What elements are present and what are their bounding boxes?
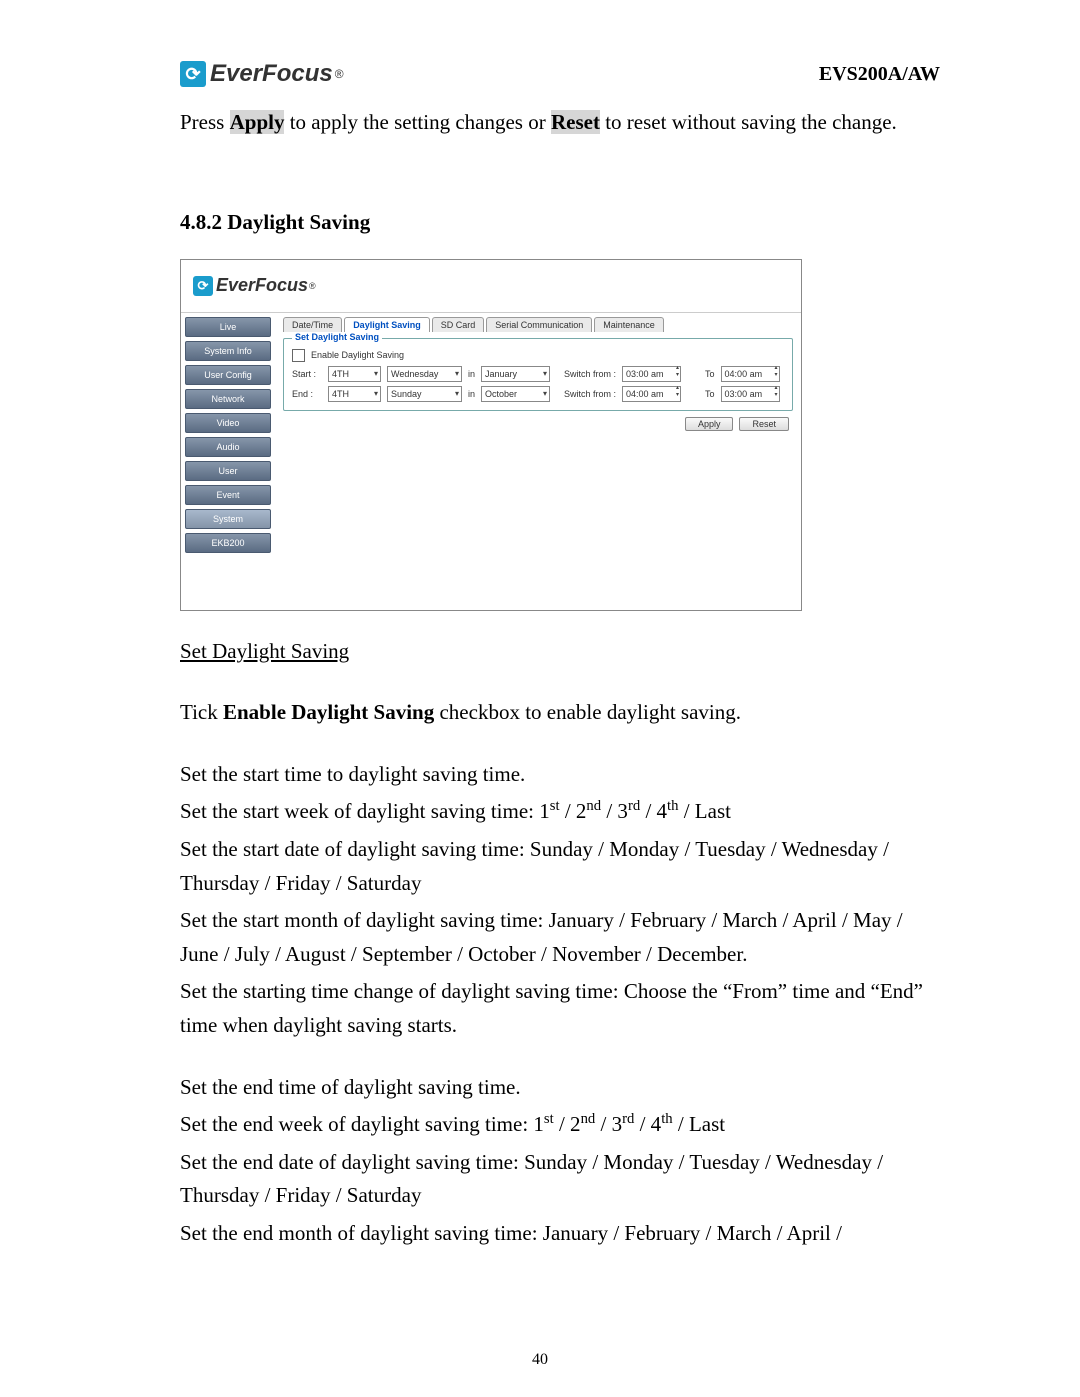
reset-button[interactable]: Reset xyxy=(739,417,789,431)
end-label: End : xyxy=(292,389,322,399)
tab-sd-card[interactable]: SD Card xyxy=(432,317,485,332)
apply-button[interactable]: Apply xyxy=(685,417,734,431)
enable-ds-bold: Enable Daylight Saving xyxy=(223,700,434,724)
end-time-line: Set the end time of daylight saving time… xyxy=(180,1071,940,1105)
start-to-label: To xyxy=(705,369,715,379)
start-to-time[interactable]: 04:00 am xyxy=(721,366,780,382)
reset-keyword: Reset xyxy=(551,110,600,134)
start-date-line: Set the start date of daylight saving ti… xyxy=(180,833,940,900)
start-month-select[interactable]: January xyxy=(481,366,550,382)
enable-label: Enable Daylight Saving xyxy=(311,350,404,360)
sidebar-item-user-config[interactable]: User Config xyxy=(185,365,271,385)
start-switch-label: Switch from : xyxy=(564,369,616,379)
end-day-select[interactable]: Sunday xyxy=(387,386,462,402)
intro-paragraph: Press Apply to apply the setting changes… xyxy=(180,106,940,140)
logo-text: EverFocus xyxy=(210,60,333,88)
logo-icon: ⟳ xyxy=(180,61,206,87)
fieldset-legend: Set Daylight Saving xyxy=(292,332,382,342)
tab-daylight-saving[interactable]: Daylight Saving xyxy=(344,317,430,332)
end-month-line: Set the end month of daylight saving tim… xyxy=(180,1217,940,1251)
ss-main: Date/Time Daylight Saving SD Card Serial… xyxy=(275,313,801,610)
start-week-select[interactable]: 4TH xyxy=(328,366,381,382)
daylight-saving-fieldset: Set Daylight Saving Enable Daylight Savi… xyxy=(283,338,793,411)
section-heading: 4.8.2 Daylight Saving xyxy=(180,210,940,235)
ui-screenshot: ⟳ EverFocus ® Live System Info User Conf… xyxy=(180,259,802,611)
end-switch-label: Switch from : xyxy=(564,389,616,399)
end-month-select[interactable]: October xyxy=(481,386,550,402)
start-from-time[interactable]: 03:00 am xyxy=(622,366,681,382)
ss-tabs: Date/Time Daylight Saving SD Card Serial… xyxy=(283,317,793,332)
sidebar-item-event[interactable]: Event xyxy=(185,485,271,505)
sidebar-item-network[interactable]: Network xyxy=(185,389,271,409)
ss-sidebar: Live System Info User Config Network Vid… xyxy=(181,313,275,610)
apply-keyword: Apply xyxy=(230,110,285,134)
sidebar-item-live[interactable]: Live xyxy=(185,317,271,337)
ss-header: ⟳ EverFocus ® xyxy=(181,260,801,313)
end-date-line: Set the end date of daylight saving time… xyxy=(180,1146,940,1213)
sds-heading: Set Daylight Saving xyxy=(180,639,349,663)
enable-checkbox[interactable] xyxy=(292,349,305,362)
page-header: ⟳ EverFocus ® EVS200A/AW xyxy=(180,60,940,88)
everfocus-logo: ⟳ EverFocus ® xyxy=(180,60,344,88)
sidebar-item-system-info[interactable]: System Info xyxy=(185,341,271,361)
sidebar-item-audio[interactable]: Audio xyxy=(185,437,271,457)
tab-serial[interactable]: Serial Communication xyxy=(486,317,592,332)
tab-datetime[interactable]: Date/Time xyxy=(283,317,342,332)
end-week-line: Set the end week of daylight saving time… xyxy=(180,1108,940,1142)
start-week-line: Set the start week of daylight saving ti… xyxy=(180,795,940,829)
start-in-label: in xyxy=(468,369,475,379)
start-day-select[interactable]: Wednesday xyxy=(387,366,462,382)
start-month-line: Set the start month of daylight saving t… xyxy=(180,904,940,971)
registered-icon: ® xyxy=(335,67,344,81)
ss-logo-text: EverFocus xyxy=(216,275,308,296)
ss-registered-icon: ® xyxy=(309,281,316,291)
sidebar-item-ekb200[interactable]: EKB200 xyxy=(185,533,271,553)
end-from-time[interactable]: 04:00 am xyxy=(622,386,681,402)
start-label: Start : xyxy=(292,369,322,379)
start-time-line: Set the start time to daylight saving ti… xyxy=(180,758,940,792)
end-to-label: To xyxy=(705,389,715,399)
model-number: EVS200A/AW xyxy=(819,63,940,86)
sidebar-item-video[interactable]: Video xyxy=(185,413,271,433)
tab-maintenance[interactable]: Maintenance xyxy=(594,317,664,332)
ss-logo-icon: ⟳ xyxy=(193,276,213,296)
page-number: 40 xyxy=(0,1351,1080,1369)
end-week-select[interactable]: 4TH xyxy=(328,386,381,402)
sidebar-item-user[interactable]: User xyxy=(185,461,271,481)
start-change-line: Set the starting time change of daylight… xyxy=(180,975,940,1042)
end-to-time[interactable]: 03:00 am xyxy=(721,386,780,402)
end-in-label: in xyxy=(468,389,475,399)
sidebar-item-system[interactable]: System xyxy=(185,509,271,529)
